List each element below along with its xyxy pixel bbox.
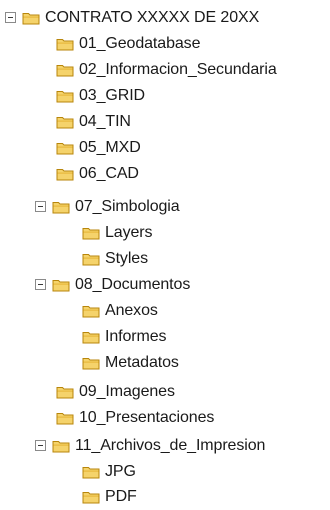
folder-icon: [82, 465, 100, 479]
folder-icon: [56, 63, 74, 77]
tree-node-label: 11_Archivos_de_Impresion: [75, 437, 266, 454]
tree-node-10-presentaciones[interactable]: 10_Presentaciones: [56, 405, 214, 430]
tree-node-jpg[interactable]: JPG: [82, 459, 136, 484]
folder-icon: [82, 490, 100, 504]
folder-icon: [52, 278, 70, 292]
tree-node-label: CONTRATO XXXXX DE 20XX: [45, 9, 260, 26]
tree-node-anexos[interactable]: Anexos: [82, 298, 158, 323]
tree-node-root[interactable]: CONTRATO XXXXX DE 20XX: [5, 5, 259, 30]
tree-node-styles[interactable]: Styles: [82, 246, 148, 271]
folder-icon: [52, 200, 70, 214]
collapse-minus-icon[interactable]: [35, 201, 46, 212]
tree-node-label: 04_TIN: [79, 113, 131, 130]
tree-node-label: 06_CAD: [79, 165, 139, 182]
tree-node-03-grid[interactable]: 03_GRID: [56, 83, 145, 108]
tree-node-informes[interactable]: Informes: [82, 324, 167, 349]
folder-icon: [56, 115, 74, 129]
tree-node-label: 08_Documentos: [75, 276, 191, 293]
tree-node-09-imagenes[interactable]: 09_Imagenes: [56, 379, 175, 404]
tree-node-label: 05_MXD: [79, 139, 141, 156]
tree-node-pdf[interactable]: PDF: [82, 484, 137, 509]
folder-icon: [82, 356, 100, 370]
tree-node-label: Styles: [105, 250, 148, 267]
tree-node-08-documentos[interactable]: 08_Documentos: [35, 272, 190, 297]
tree-node-label: 03_GRID: [79, 87, 145, 104]
folder-icon: [22, 11, 40, 25]
tree-node-label: 01_Geodatabase: [79, 35, 201, 52]
tree-node-label: Metadatos: [105, 354, 179, 371]
folder-icon: [56, 89, 74, 103]
folder-icon: [52, 439, 70, 453]
tree-node-label: Layers: [105, 224, 153, 241]
tree-node-11-archivos-de-impresion[interactable]: 11_Archivos_de_Impresion: [35, 433, 265, 458]
tree-node-label: Anexos: [105, 302, 158, 319]
folder-icon: [82, 226, 100, 240]
folder-icon: [56, 385, 74, 399]
folder-icon: [56, 141, 74, 155]
folder-icon: [56, 37, 74, 51]
tree-node-05-mxd[interactable]: 05_MXD: [56, 135, 141, 160]
tree-node-label: 07_Simbologia: [75, 198, 180, 215]
tree-node-label: PDF: [105, 488, 137, 505]
tree-node-06-cad[interactable]: 06_CAD: [56, 161, 139, 186]
collapse-minus-icon[interactable]: [35, 440, 46, 451]
folder-icon: [56, 167, 74, 181]
tree-node-label: JPG: [105, 463, 136, 480]
tree-node-metadatos[interactable]: Metadatos: [82, 350, 179, 375]
collapse-minus-icon[interactable]: [5, 12, 16, 23]
folder-icon: [82, 330, 100, 344]
tree-node-label: 09_Imagenes: [79, 383, 175, 400]
folder-icon: [56, 411, 74, 425]
folder-icon: [82, 252, 100, 266]
tree-node-04-tin[interactable]: 04_TIN: [56, 109, 131, 134]
tree-node-label: 10_Presentaciones: [79, 409, 215, 426]
tree-node-01-geodatabase[interactable]: 01_Geodatabase: [56, 31, 200, 56]
folder-tree: CONTRATO XXXXX DE 20XX 01_Geodatabase 02…: [0, 0, 330, 510]
tree-node-label: Informes: [105, 328, 167, 345]
tree-node-07-simbologia[interactable]: 07_Simbologia: [35, 194, 180, 219]
tree-node-layers[interactable]: Layers: [82, 220, 153, 245]
collapse-minus-icon[interactable]: [35, 279, 46, 290]
tree-node-02-informacion-secundaria[interactable]: 02_Informacion_Secundaria: [56, 57, 277, 82]
tree-node-label: 02_Informacion_Secundaria: [79, 61, 277, 78]
folder-icon: [82, 304, 100, 318]
